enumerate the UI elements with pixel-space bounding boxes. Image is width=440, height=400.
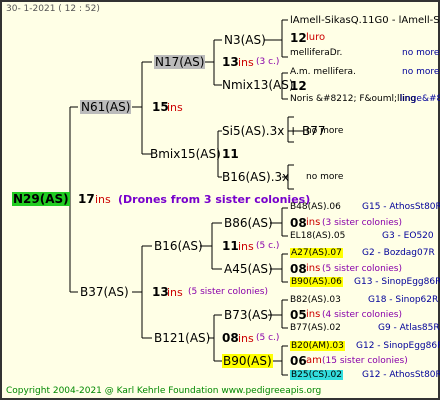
gen4-r9[interactable]: B48(AS).06 bbox=[290, 202, 341, 212]
sire-ins: ins bbox=[167, 101, 183, 114]
nmix13-queen[interactable]: Nmix13(AS) bbox=[222, 78, 294, 92]
gen4-r15[interactable]: B82(AS).03 bbox=[290, 295, 341, 305]
b90-queen[interactable]: B90(AS) bbox=[222, 354, 273, 368]
gen4-r10-ins: ins bbox=[306, 217, 321, 228]
b16-queen[interactable]: B16(AS) bbox=[154, 239, 203, 253]
gen4-r1[interactable]: lAmell-SikasQ.11G0 - lAmell-Sika bbox=[290, 15, 440, 26]
gen4-r13-num: 08 bbox=[290, 262, 307, 276]
gen4-r9-loc: G15 - AthosSt80R bbox=[362, 202, 440, 212]
gen4-r11[interactable]: EL18(AS).05 bbox=[290, 231, 345, 241]
b16-number: 11 bbox=[222, 239, 239, 253]
gen4-r11-loc: G3 - EO520 bbox=[382, 231, 434, 241]
gen4-r6-loc: linge&#8! bbox=[400, 94, 440, 104]
gen4-r2-num: 12 bbox=[290, 31, 307, 45]
gen4-r3-loc: no more bbox=[402, 48, 440, 58]
gen4-r17-loc: G9 - Atlas85R bbox=[378, 323, 440, 333]
gen4-r14[interactable]: B90(AS).06 bbox=[290, 277, 343, 287]
gen4-r18-loc: G12 - SinopEgg86R bbox=[356, 341, 440, 351]
copyright-footer: Copyright 2004-2021 @ Karl Kehrle Founda… bbox=[6, 386, 322, 396]
root-number: 17 bbox=[78, 192, 95, 206]
b121-number: 08 bbox=[222, 331, 239, 345]
dam-ins: ins bbox=[167, 286, 183, 299]
gen4-r15-loc: G18 - Sinop62R bbox=[368, 295, 439, 305]
sire-queen[interactable]: N61(AS) bbox=[80, 100, 132, 114]
b121-ins: ins bbox=[238, 332, 254, 345]
gen4-r2-ins: luro bbox=[306, 32, 326, 43]
gen4-r3[interactable]: melliferaDr. bbox=[290, 48, 342, 58]
timestamp: 30- 1-2021 ( 12 : 52) bbox=[6, 4, 100, 14]
n17-note: (3 c.) bbox=[256, 57, 280, 67]
dam-queen[interactable]: B37(AS) bbox=[80, 285, 129, 299]
gen4-r5-num: 12 bbox=[290, 79, 307, 93]
gen4-r12[interactable]: A27(AS).07 bbox=[290, 248, 343, 258]
b121-note: (5 c.) bbox=[256, 333, 280, 343]
gen4-r17[interactable]: B77(AS).02 bbox=[290, 323, 341, 333]
b16-ins: ins bbox=[238, 240, 254, 253]
n17-number: 13 bbox=[222, 55, 239, 69]
gen4-r13-ins: ins bbox=[306, 263, 321, 274]
gen4-r12-loc: G2 - Bozdag07R bbox=[362, 248, 435, 258]
gen4-r18[interactable]: B20(AM).03 bbox=[290, 341, 345, 351]
gen4-r19-note: (15 sister colonies) bbox=[322, 356, 408, 366]
drones-note: (Drones from 3 sister colonies) bbox=[118, 193, 311, 206]
gen4-r14-loc: G13 - SinopEgg86R bbox=[354, 277, 440, 287]
gen4-r16-ins: ins bbox=[306, 309, 321, 320]
bmix15-number: 11 bbox=[222, 147, 239, 161]
gen4-r4[interactable]: A.m. mellifera. bbox=[290, 67, 356, 77]
n3-queen[interactable]: N3(AS) bbox=[224, 33, 266, 47]
gen4-r16-note: (4 sister colonies) bbox=[322, 310, 403, 320]
gen4-r19-ins: am bbox=[306, 355, 322, 366]
gen4-r20-loc: G12 - AthosSt80R bbox=[362, 370, 440, 380]
gen4-r19-num: 06 bbox=[290, 354, 307, 368]
gen4-r7: no more bbox=[306, 126, 344, 136]
n17-queen[interactable]: N17(AS) bbox=[154, 55, 206, 69]
b73-queen[interactable]: B73(AS) bbox=[224, 308, 273, 322]
gen4-r16-num: 05 bbox=[290, 308, 307, 322]
gen4-r10-num: 08 bbox=[290, 216, 307, 230]
n17-ins: ins bbox=[238, 56, 254, 69]
a45-queen[interactable]: A45(AS) bbox=[224, 262, 273, 276]
gen4-r6[interactable]: Noris &#8212; F&ouml;lling bbox=[290, 94, 416, 104]
gen4-r13-note: (5 sister colonies) bbox=[322, 264, 403, 274]
b16-3x-queen[interactable]: B16(AS).3x bbox=[222, 170, 289, 184]
root-queen[interactable]: N29(AS) bbox=[12, 192, 70, 206]
gen4-r10-note: (3 sister colonies) bbox=[322, 218, 403, 228]
bmix15-queen[interactable]: Bmix15(AS) bbox=[150, 147, 221, 161]
b16-note: (5 c.) bbox=[256, 241, 280, 251]
gen4-r4-loc: no more bbox=[402, 67, 440, 77]
dam-note: (5 sister colonies) bbox=[188, 287, 269, 297]
b121-queen[interactable]: B121(AS) bbox=[154, 331, 210, 345]
root-ins: ins bbox=[95, 193, 111, 206]
gen4-r20[interactable]: B25(CS).02 bbox=[290, 370, 343, 380]
gen4-r8: no more bbox=[306, 172, 344, 182]
b86-queen[interactable]: B86(AS) bbox=[224, 216, 273, 230]
